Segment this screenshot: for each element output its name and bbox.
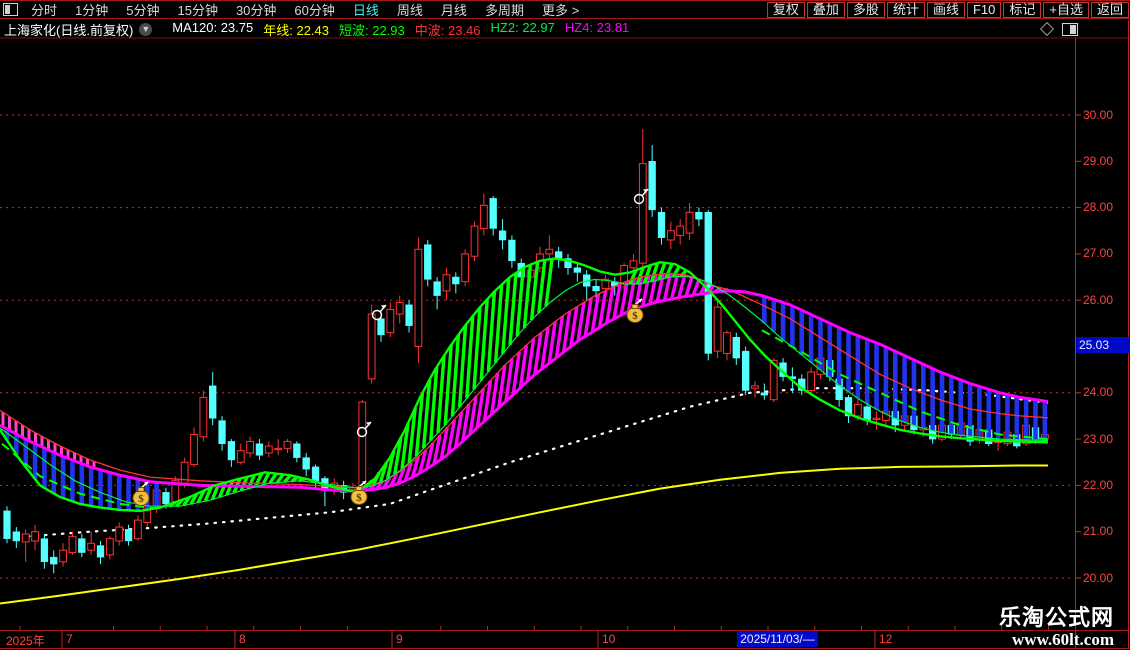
price-cursor-box: 25.03 bbox=[1076, 337, 1130, 354]
price-axis-label: 29.00 bbox=[1083, 153, 1114, 168]
date-axis-year-label: 2025年 bbox=[6, 634, 45, 648]
price-axis-label: 23.00 bbox=[1083, 431, 1114, 446]
svg-text:$: $ bbox=[138, 493, 144, 505]
date-axis-label: 8 bbox=[239, 632, 246, 646]
price-gridlines bbox=[0, 114, 1074, 579]
watermark-site-url: www.60lt.com bbox=[1012, 630, 1114, 649]
date-axis: 2025年 7 8 9 10 12 bbox=[0, 631, 1130, 648]
price-axis-label: 30.00 bbox=[1083, 107, 1114, 122]
app-window: { "colors":{"up":"#ff3232","down":"#55ff… bbox=[0, 0, 1130, 650]
watermark: 乐淘公式网 www.60lt.com bbox=[998, 605, 1114, 650]
price-axis-label: 20.00 bbox=[1083, 570, 1114, 585]
watermark-site-name: 乐淘公式网 bbox=[998, 605, 1114, 630]
price-axis-label: 28.00 bbox=[1083, 200, 1114, 215]
svg-text:$: $ bbox=[632, 310, 638, 322]
svg-text:$: $ bbox=[356, 492, 362, 504]
price-axis-label: 21.00 bbox=[1083, 524, 1114, 539]
date-cursor-box: 2025/11/03/— bbox=[737, 631, 818, 647]
chart-canvas[interactable]: $ $ $ bbox=[0, 0, 1130, 650]
price-axis-label: 27.00 bbox=[1083, 246, 1114, 261]
date-axis-label: 10 bbox=[602, 632, 616, 646]
price-axis-label: 22.00 bbox=[1083, 477, 1114, 492]
date-axis-label: 12 bbox=[879, 632, 893, 646]
price-axis-label: 26.00 bbox=[1083, 292, 1114, 307]
date-axis-label: 7 bbox=[66, 632, 73, 646]
indicator-lines bbox=[0, 257, 1049, 513]
date-axis-label: 9 bbox=[396, 632, 403, 646]
price-axis-label: 24.00 bbox=[1083, 385, 1114, 400]
